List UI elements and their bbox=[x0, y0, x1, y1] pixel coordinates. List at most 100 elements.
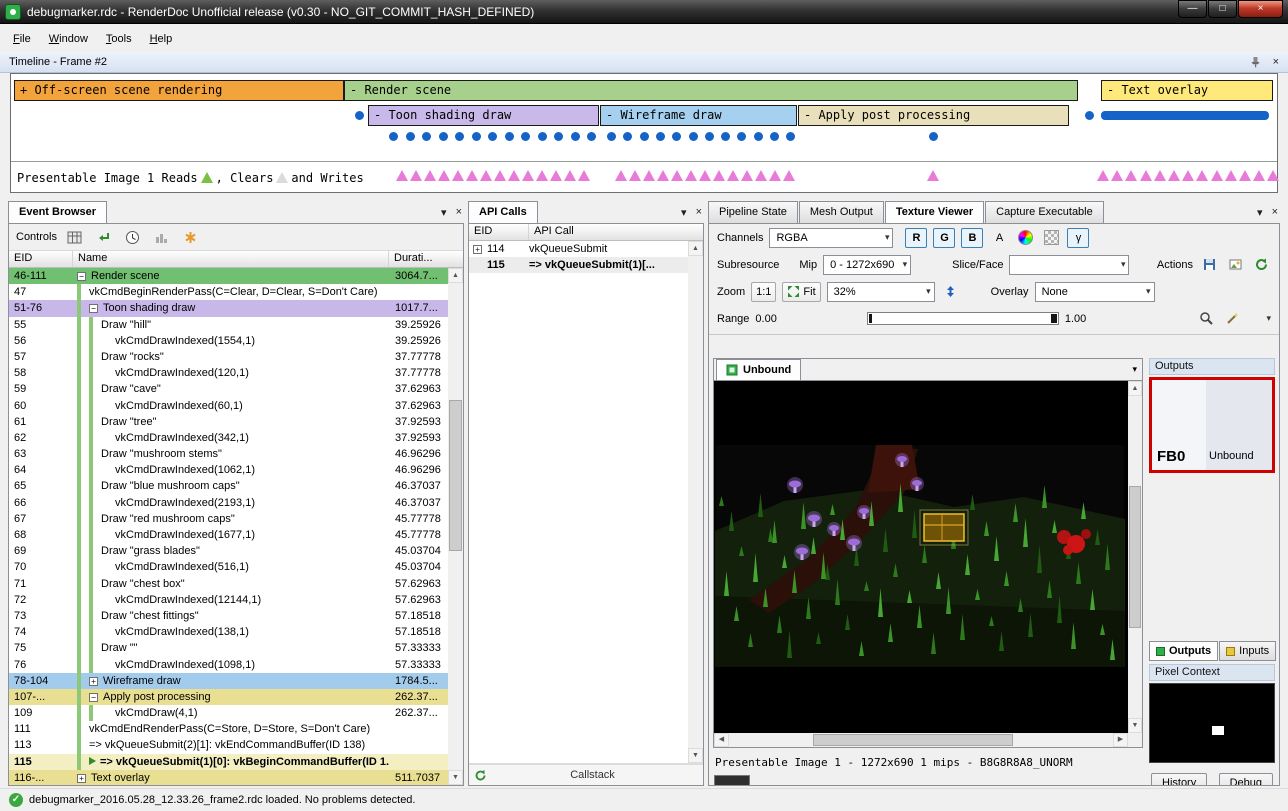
event-row[interactable]: 65Draw "blue mushroom caps"46.37037 bbox=[9, 478, 448, 494]
scroll-down-icon[interactable]: ▼ bbox=[448, 770, 463, 785]
history-button[interactable]: History bbox=[1151, 773, 1207, 786]
event-dot[interactable] bbox=[389, 132, 398, 141]
custom-display-button[interactable] bbox=[1015, 228, 1035, 248]
event-row[interactable]: 111vkCmdEndRenderPass(C=Store, D=Store, … bbox=[9, 721, 448, 737]
column-name[interactable]: Name bbox=[73, 251, 389, 267]
zoom-one-to-one-button[interactable]: 1:1 bbox=[751, 282, 776, 302]
write-marker[interactable] bbox=[480, 170, 492, 181]
event-dot[interactable] bbox=[656, 132, 665, 141]
zoom-fit-button[interactable]: Fit bbox=[782, 282, 820, 302]
scroll-down-icon[interactable]: ▼ bbox=[688, 748, 703, 763]
write-marker[interactable] bbox=[1097, 170, 1109, 181]
event-row[interactable]: 66vkCmdDrawIndexed(2193,1)46.37037 bbox=[9, 495, 448, 511]
write-marker[interactable] bbox=[699, 170, 711, 181]
event-row[interactable]: 64vkCmdDrawIndexed(1062,1)46.96296 bbox=[9, 462, 448, 478]
write-marker[interactable] bbox=[927, 170, 939, 181]
texture-list-chevron-icon[interactable]: ▾ bbox=[1132, 364, 1137, 375]
write-marker[interactable] bbox=[550, 170, 562, 181]
scroll-left-icon[interactable]: ◀ bbox=[714, 733, 729, 747]
texture-horizontal-scrollbar[interactable]: ◀ ▶ bbox=[714, 733, 1128, 747]
menu-item-window[interactable]: Window bbox=[40, 29, 97, 49]
event-row[interactable]: 116-...+Text overlay511.7037 bbox=[9, 770, 448, 785]
api-calls-scrollbar[interactable]: ▲ ▼ bbox=[688, 241, 703, 763]
event-row[interactable]: 57Draw "rocks"37.77778 bbox=[9, 349, 448, 365]
event-dot[interactable] bbox=[770, 132, 779, 141]
event-dot[interactable] bbox=[705, 132, 714, 141]
timeline-bar-post[interactable]: - Apply post processing bbox=[798, 105, 1069, 126]
find-event-button[interactable] bbox=[64, 227, 86, 248]
event-dot[interactable] bbox=[521, 132, 530, 141]
write-marker[interactable] bbox=[1154, 170, 1166, 181]
blue-channel-button[interactable]: B bbox=[961, 228, 983, 248]
event-row[interactable]: 73Draw "chest fittings"57.18518 bbox=[9, 608, 448, 624]
scrollbar-track[interactable] bbox=[448, 283, 463, 770]
write-marker[interactable] bbox=[494, 170, 506, 181]
write-marker[interactable] bbox=[1111, 170, 1123, 181]
event-dot[interactable] bbox=[406, 132, 415, 141]
event-row[interactable]: 115=> vkQueueSubmit(1)[0]: vkBeginComman… bbox=[9, 754, 448, 770]
expand-icon[interactable]: + bbox=[77, 774, 86, 783]
gamma-button[interactable]: γ bbox=[1067, 228, 1089, 248]
event-dot[interactable] bbox=[505, 132, 514, 141]
write-marker[interactable] bbox=[671, 170, 683, 181]
fb0-thumbnail[interactable]: FB0 Unbound bbox=[1149, 377, 1275, 473]
event-dot[interactable] bbox=[571, 132, 580, 141]
event-row[interactable]: 67Draw "red mushroom caps"45.77778 bbox=[9, 511, 448, 527]
pin-icon[interactable] bbox=[1249, 56, 1261, 68]
range-white-point-handle[interactable] bbox=[1051, 314, 1057, 323]
range-slider[interactable] bbox=[867, 312, 1059, 325]
tab-inputs[interactable]: Inputs bbox=[1219, 641, 1276, 661]
write-marker[interactable] bbox=[629, 170, 641, 181]
open-texture-list-button[interactable] bbox=[1225, 255, 1245, 275]
event-dot[interactable] bbox=[623, 132, 632, 141]
timeline-close-icon[interactable]: × bbox=[1273, 56, 1279, 68]
event-row[interactable]: 109vkCmdDraw(4,1)262.37... bbox=[9, 705, 448, 721]
scroll-up-icon[interactable]: ▲ bbox=[448, 268, 463, 283]
event-row[interactable]: 76vkCmdDrawIndexed(1098,1)57.33333 bbox=[9, 657, 448, 673]
panel-close-icon[interactable]: × bbox=[456, 206, 462, 219]
texture-view[interactable] bbox=[714, 381, 1128, 733]
event-row[interactable]: 70vkCmdDrawIndexed(516,1)45.03704 bbox=[9, 559, 448, 575]
write-marker[interactable] bbox=[410, 170, 422, 181]
write-marker[interactable] bbox=[1253, 170, 1265, 181]
range-max-value[interactable]: 1.00 bbox=[1065, 313, 1086, 325]
api-call-row[interactable]: 115=> vkQueueSubmit(1)[... bbox=[469, 257, 703, 273]
write-marker[interactable] bbox=[755, 170, 767, 181]
event-row[interactable]: 69Draw "grass blades"45.03704 bbox=[9, 543, 448, 559]
texture-image[interactable] bbox=[714, 381, 1128, 733]
event-dot[interactable] bbox=[1085, 111, 1094, 120]
event-dot[interactable] bbox=[472, 132, 481, 141]
time-durations-button[interactable] bbox=[122, 227, 144, 248]
event-row[interactable]: 63Draw "mushroom stems"46.96296 bbox=[9, 446, 448, 462]
event-dot[interactable] bbox=[737, 132, 746, 141]
write-marker[interactable] bbox=[424, 170, 436, 181]
api-call-row[interactable]: +114vkQueueSubmit bbox=[469, 241, 703, 257]
tab-event-browser[interactable]: Event Browser bbox=[8, 201, 107, 223]
event-row[interactable]: 71Draw "chest box"57.62963 bbox=[9, 576, 448, 592]
zoom-range-button[interactable] bbox=[1196, 309, 1216, 329]
event-row[interactable]: 59Draw "cave"37.62963 bbox=[9, 381, 448, 397]
event-row[interactable]: 62vkCmdDrawIndexed(342,1)37.92593 bbox=[9, 430, 448, 446]
write-marker[interactable] bbox=[1196, 170, 1208, 181]
write-marker[interactable] bbox=[783, 170, 795, 181]
scrollbar-thumb[interactable] bbox=[813, 734, 1013, 746]
texture-tab-unbound[interactable]: Unbound bbox=[716, 359, 801, 380]
event-dot[interactable] bbox=[640, 132, 649, 141]
event-dot[interactable] bbox=[721, 132, 730, 141]
callstack-label[interactable]: Callstack bbox=[487, 769, 698, 781]
event-dot[interactable] bbox=[554, 132, 563, 141]
maximize-button[interactable]: □ bbox=[1208, 0, 1237, 18]
collapse-icon[interactable]: − bbox=[77, 272, 86, 281]
event-row[interactable]: 56vkCmdDrawIndexed(1554,1)39.25926 bbox=[9, 333, 448, 349]
column-duration[interactable]: Durati... bbox=[389, 251, 463, 267]
scrollbar-thumb[interactable] bbox=[1129, 486, 1141, 628]
event-dot[interactable] bbox=[488, 132, 497, 141]
panel-close-icon[interactable]: × bbox=[696, 206, 702, 219]
write-marker[interactable] bbox=[1225, 170, 1237, 181]
write-marker[interactable] bbox=[657, 170, 669, 181]
save-texture-button[interactable] bbox=[1199, 255, 1219, 275]
event-row[interactable]: 72vkCmdDrawIndexed(12144,1)57.62963 bbox=[9, 592, 448, 608]
event-dot[interactable] bbox=[455, 132, 464, 141]
write-marker[interactable] bbox=[1168, 170, 1180, 181]
panel-menu-icon[interactable]: ▾ bbox=[1257, 206, 1263, 219]
